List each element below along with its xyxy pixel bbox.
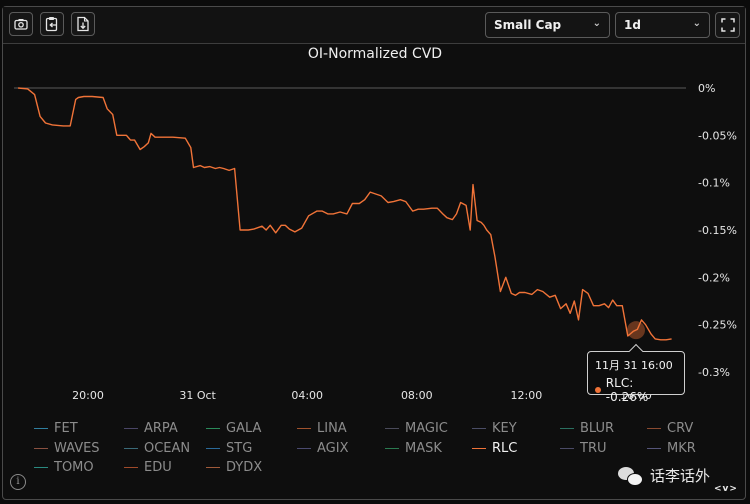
- chart-tooltip: 11月 31 16:00 RLC: -0.26%: [587, 351, 685, 404]
- legend-label: TRU: [580, 441, 607, 456]
- legend-label: BLUR: [580, 421, 615, 436]
- legend-swatch: [472, 427, 486, 430]
- legend-swatch: [385, 427, 399, 430]
- legend-item-crv[interactable]: CRV: [647, 421, 693, 436]
- legend-item-lina[interactable]: LINA: [297, 421, 347, 436]
- legend-item-tru[interactable]: TRU: [560, 441, 607, 456]
- legend-item-stg[interactable]: STG: [206, 441, 252, 456]
- legend-swatch: [297, 447, 311, 450]
- legend-label: TOMO: [54, 460, 94, 475]
- legend-label: MKR: [667, 441, 696, 456]
- legend-label: STG: [226, 441, 253, 456]
- legend-swatch: [560, 427, 574, 430]
- series-line-rlc[interactable]: [18, 87, 672, 341]
- legend-item-gala[interactable]: GALA: [206, 421, 261, 436]
- legend-swatch: [206, 466, 220, 469]
- legend-item-key[interactable]: KEY: [472, 421, 517, 436]
- x-tick-label: 31 Oct: [179, 389, 216, 402]
- legend-label: LINA: [317, 421, 347, 436]
- chart-nav-toggle[interactable]: <v>: [714, 484, 738, 494]
- legend-swatch: [124, 447, 138, 450]
- tooltip-value: RLC: -0.26%: [605, 376, 649, 404]
- legend-item-ocean[interactable]: OCEAN: [124, 441, 190, 456]
- legend-item-fet[interactable]: FET: [34, 421, 78, 436]
- legend-swatch: [297, 427, 311, 430]
- legend-swatch: [647, 427, 661, 430]
- y-tick-label: -0.25%: [698, 319, 737, 332]
- y-tick-label: 0%: [698, 82, 715, 95]
- legend-label: MAGIC: [405, 421, 448, 436]
- legend-item-blur[interactable]: BLUR: [560, 421, 614, 436]
- y-tick-label: -0.15%: [698, 224, 737, 237]
- legend-item-waves[interactable]: WAVES: [34, 441, 100, 456]
- legend-swatch: [34, 466, 48, 469]
- legend-item-mask[interactable]: MASK: [385, 441, 442, 456]
- legend-swatch: [124, 466, 138, 469]
- legend-label: AGIX: [317, 441, 349, 456]
- legend-swatch: [647, 447, 661, 450]
- y-tick-label: -0.1%: [698, 177, 730, 190]
- legend-item-tomo[interactable]: TOMO: [34, 460, 94, 475]
- legend-swatch: [206, 427, 220, 430]
- wechat-icon: [618, 466, 643, 486]
- legend-item-dydx[interactable]: DYDX: [206, 460, 262, 475]
- legend-item-magic[interactable]: MAGIC: [385, 421, 448, 436]
- legend-label: ARPA: [144, 421, 178, 436]
- legend-swatch: [560, 447, 574, 450]
- x-tick-label: 04:00: [291, 389, 323, 402]
- legend-item-edu[interactable]: EDU: [124, 460, 172, 475]
- y-tick-label: -0.2%: [698, 271, 730, 284]
- legend-item-mkr[interactable]: MKR: [647, 441, 696, 456]
- watermark-text: 话李话外: [650, 467, 711, 485]
- info-icon[interactable]: i: [10, 474, 26, 490]
- legend-item-arpa[interactable]: ARPA: [124, 421, 178, 436]
- legend-swatch: [206, 447, 220, 450]
- legend-swatch: [124, 427, 138, 430]
- legend-item-agix[interactable]: AGIX: [297, 441, 348, 456]
- legend-label: CRV: [667, 421, 694, 436]
- legend-label: DYDX: [226, 460, 263, 475]
- legend-swatch: [34, 427, 48, 430]
- legend-label: FET: [54, 421, 78, 436]
- y-tick-label: -0.3%: [698, 366, 730, 379]
- legend-label: WAVES: [54, 441, 100, 456]
- x-tick-label: 20:00: [72, 389, 104, 402]
- watermark: 话李话外: [618, 465, 710, 486]
- series-color-dot: [595, 387, 601, 393]
- x-tick-label: 08:00: [401, 389, 433, 402]
- legend-swatch: [385, 447, 399, 450]
- legend-label: EDU: [144, 460, 172, 475]
- legend-label: OCEAN: [144, 441, 191, 456]
- legend-label: RLC: [492, 441, 518, 456]
- legend-label: MASK: [405, 441, 442, 456]
- y-tick-label: -0.05%: [698, 129, 737, 142]
- hover-point-marker: [627, 321, 645, 340]
- legend-swatch: [472, 447, 486, 450]
- legend-label: GALA: [226, 421, 262, 436]
- x-tick-label: 12:00: [511, 389, 543, 402]
- legend-swatch: [34, 447, 48, 450]
- legend-item-rlc[interactable]: RLC: [472, 441, 517, 456]
- legend-label: KEY: [492, 421, 517, 436]
- tooltip-time: 11月 31 16:00: [595, 359, 673, 372]
